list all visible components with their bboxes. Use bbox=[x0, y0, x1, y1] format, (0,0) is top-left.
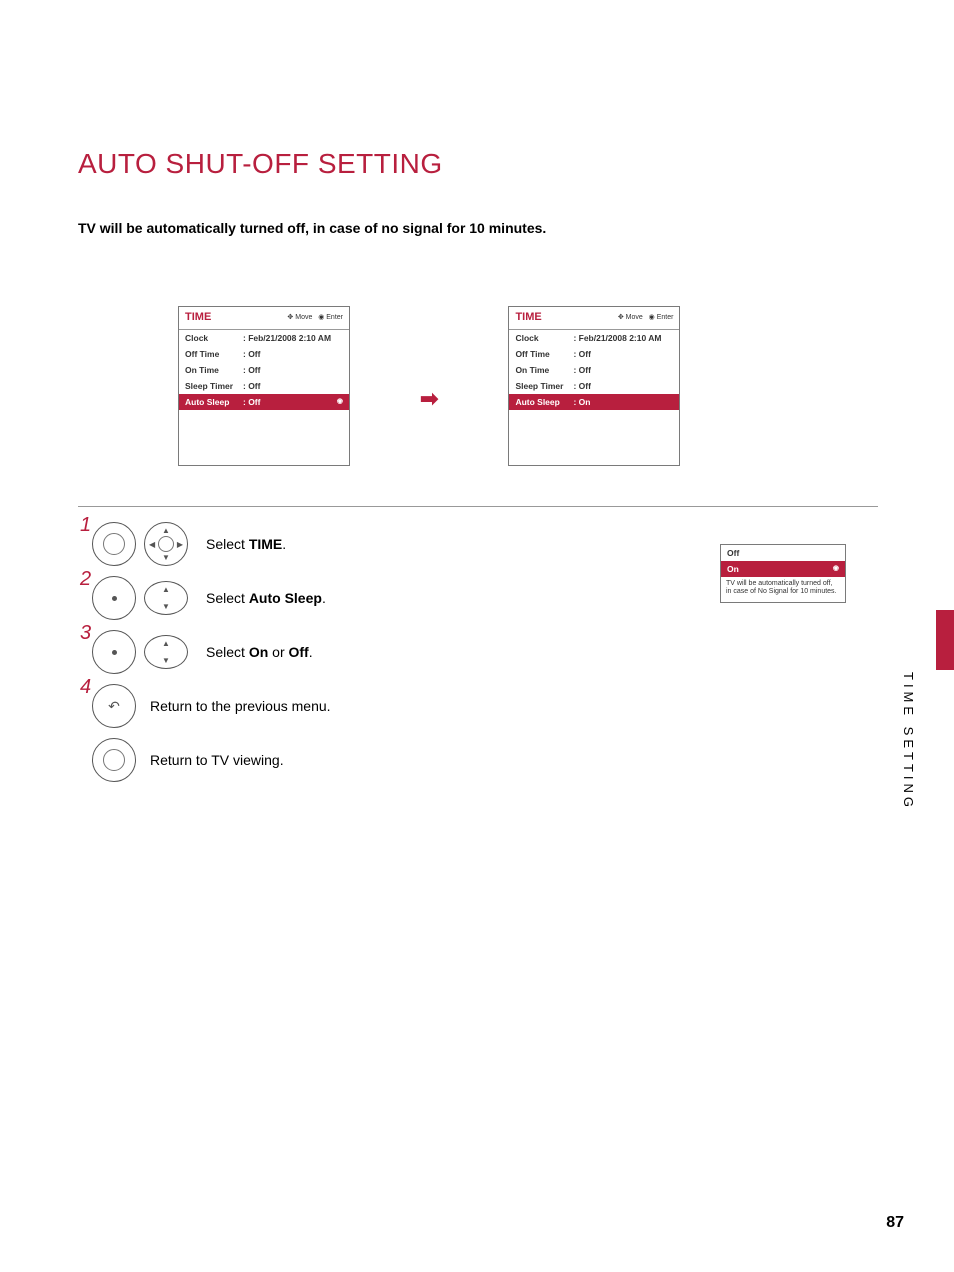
step-3: 3 ▲ ▼ Select On or Off. bbox=[78, 630, 878, 674]
step-text: Select On or Off. bbox=[206, 644, 313, 660]
menu-row-selected: Auto Sleep: Off◉ bbox=[179, 394, 349, 410]
page-subtitle: TV will be automatically turned off, in … bbox=[78, 220, 878, 236]
row-value: : Feb/21/2008 2:10 AM bbox=[243, 333, 343, 343]
menu-row: Clock: Feb/21/2008 2:10 AM bbox=[509, 330, 679, 346]
hint-enter: Enter bbox=[326, 314, 343, 321]
page-title: AUTO SHUT-OFF SETTING bbox=[78, 148, 878, 180]
row-value: : Off bbox=[243, 365, 343, 375]
remote-enter-button-icon bbox=[92, 630, 136, 674]
remote-nav-button-icon: ▲ ▼ ◀ ▶ bbox=[144, 522, 188, 566]
chevron-right-icon: ▶ bbox=[177, 540, 183, 549]
row-key: Clock bbox=[185, 333, 243, 343]
page-number: 87 bbox=[886, 1214, 904, 1232]
section-label: TIME SETTING bbox=[901, 672, 916, 811]
step-text: Return to TV viewing. bbox=[150, 752, 284, 768]
selection-dot-icon: ◉ bbox=[337, 397, 343, 405]
divider bbox=[78, 506, 878, 507]
arrow-right-icon: ➡ bbox=[420, 386, 438, 412]
step-text: Select Auto Sleep. bbox=[206, 590, 326, 606]
enter-icon: ◉ bbox=[649, 314, 657, 321]
menu-row: Off Time: Off bbox=[179, 346, 349, 362]
menu-row: On Time: Off bbox=[179, 362, 349, 378]
row-key: Off Time bbox=[515, 349, 573, 359]
remote-menu-button-icon bbox=[92, 738, 136, 782]
row-value: : On bbox=[573, 397, 673, 407]
chevron-down-icon: ▼ bbox=[162, 602, 170, 611]
row-value: : Off bbox=[573, 381, 673, 391]
remote-return-button-icon: ↶ bbox=[92, 684, 136, 728]
menu-hints: ✥ Move ◉ Enter bbox=[618, 313, 674, 321]
hint-move: Move bbox=[295, 314, 312, 321]
row-key: Sleep Timer bbox=[515, 381, 573, 391]
chevron-up-icon: ▲ bbox=[162, 639, 170, 648]
menu-row: Sleep Timer: Off bbox=[179, 378, 349, 394]
menu-row: Clock: Feb/21/2008 2:10 AM bbox=[179, 330, 349, 346]
chevron-down-icon: ▼ bbox=[162, 553, 170, 562]
step-1: 1 ▲ ▼ ◀ ▶ Select TIME. bbox=[78, 522, 878, 566]
step-2: 2 ▲ ▼ Select Auto Sleep. bbox=[78, 576, 878, 620]
row-value: : Off bbox=[243, 381, 343, 391]
hint-enter: Enter bbox=[657, 314, 674, 321]
menu-title: TIME bbox=[515, 311, 541, 323]
step-4: 4 ↶ Return to the previous menu. bbox=[78, 684, 878, 728]
remote-menu-button-icon bbox=[92, 522, 136, 566]
menu-hints: ✥ Move ◉ Enter bbox=[287, 313, 343, 321]
step-number: 3 bbox=[80, 622, 91, 645]
menu-row: Off Time: Off bbox=[509, 346, 679, 362]
hint-move: Move bbox=[626, 314, 643, 321]
menu-row: Sleep Timer: Off bbox=[509, 378, 679, 394]
menu-title: TIME bbox=[185, 311, 211, 323]
remote-enter-button-icon bbox=[92, 576, 136, 620]
step-5: Return to TV viewing. bbox=[78, 738, 878, 782]
row-key: Off Time bbox=[185, 349, 243, 359]
chevron-left-icon: ◀ bbox=[149, 540, 155, 549]
step-text: Select TIME. bbox=[206, 536, 286, 552]
side-tab bbox=[936, 610, 954, 670]
chevron-up-icon: ▲ bbox=[162, 585, 170, 594]
menu-row: On Time: Off bbox=[509, 362, 679, 378]
menu-row-selected: Auto Sleep: On bbox=[509, 394, 679, 410]
row-key: Auto Sleep bbox=[515, 397, 573, 407]
row-value: : Off bbox=[573, 365, 673, 375]
row-key: Sleep Timer bbox=[185, 381, 243, 391]
step-number: 1 bbox=[80, 514, 91, 537]
chevron-up-icon: ▲ bbox=[162, 526, 170, 535]
remote-updown-button-icon: ▲ ▼ bbox=[144, 581, 188, 615]
row-key: Clock bbox=[515, 333, 573, 343]
step-number: 4 bbox=[80, 676, 91, 699]
nav-icon: ✥ bbox=[618, 314, 626, 321]
row-key: Auto Sleep bbox=[185, 397, 243, 407]
row-key: On Time bbox=[515, 365, 573, 375]
row-value: : Feb/21/2008 2:10 AM bbox=[573, 333, 673, 343]
row-value: : Off bbox=[243, 349, 343, 359]
time-menu-left: TIME ✥ Move ◉ Enter Clock: Feb/21/2008 2… bbox=[178, 306, 350, 466]
step-text: Return to the previous menu. bbox=[150, 698, 331, 714]
steps-list: 1 ▲ ▼ ◀ ▶ Select TIME. 2 ▲ ▼ Select Auto… bbox=[78, 522, 878, 782]
time-menu-right: TIME ✥ Move ◉ Enter Clock: Feb/21/2008 2… bbox=[508, 306, 680, 466]
chevron-down-icon: ▼ bbox=[162, 656, 170, 665]
row-value: : Off◉ bbox=[243, 397, 343, 407]
row-value: : Off bbox=[573, 349, 673, 359]
return-icon: ↶ bbox=[108, 698, 120, 715]
row-key: On Time bbox=[185, 365, 243, 375]
remote-updown-button-icon: ▲ ▼ bbox=[144, 635, 188, 669]
step-number: 2 bbox=[80, 568, 91, 591]
